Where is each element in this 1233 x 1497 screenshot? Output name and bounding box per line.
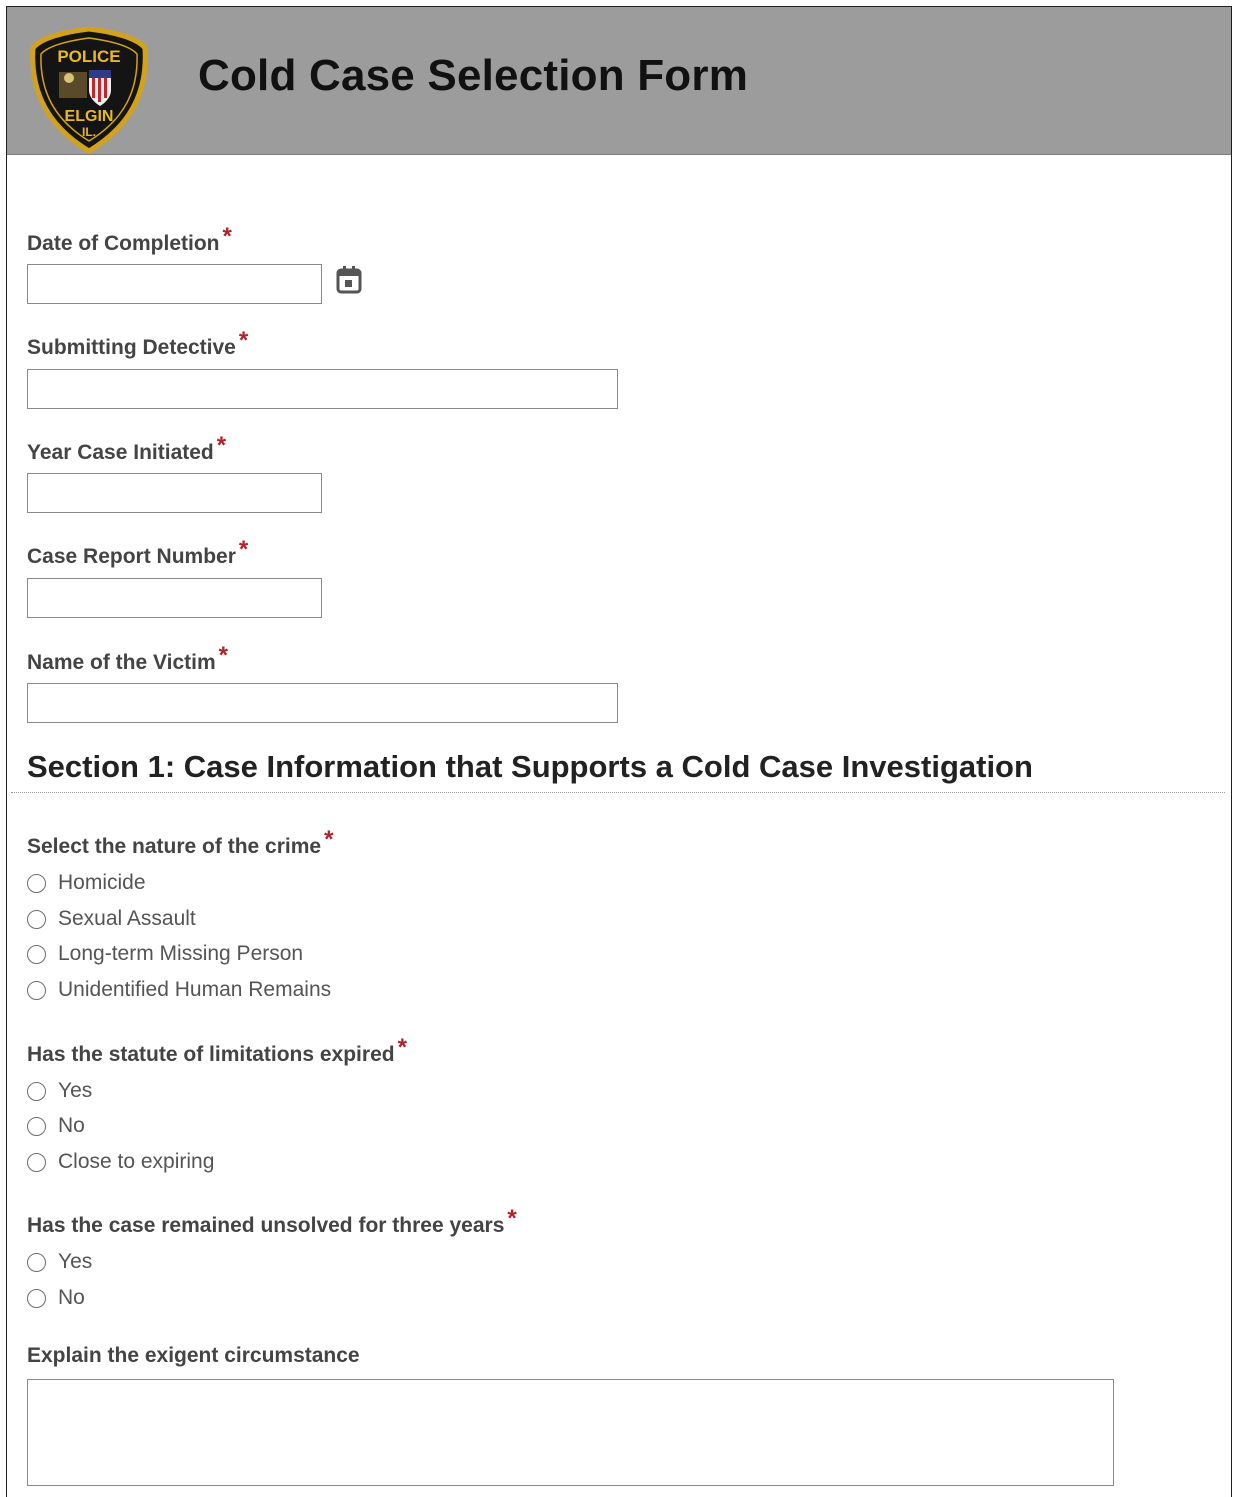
radio-circle[interactable] <box>27 1081 46 1101</box>
radio-label: Sexual Assault <box>58 907 196 930</box>
label-text: Case Report Number <box>27 545 236 568</box>
submitting-detective-input[interactable] <box>27 369 618 409</box>
required-asterisk: * <box>324 826 334 853</box>
required-asterisk: * <box>397 1034 407 1061</box>
name-of-victim-label: Name of the Victim * <box>27 642 228 676</box>
radio-label: No <box>58 1286 85 1309</box>
name-of-victim-input[interactable] <box>27 683 618 723</box>
statute-expired-label: Has the statute of limitations expired * <box>27 1034 407 1068</box>
required-asterisk: * <box>222 223 232 250</box>
exigent-circumstance-textarea[interactable] <box>27 1379 1114 1486</box>
radio-circle[interactable] <box>27 1288 46 1308</box>
exigent-circumstance-label: Explain the exigent circumstance <box>27 1344 360 1368</box>
label-text: Submitting Detective <box>27 336 236 359</box>
required-asterisk: * <box>216 432 227 459</box>
radio-label: Yes <box>58 1250 93 1273</box>
radio-option-statute-close-to-expiring[interactable]: Close to expiring <box>27 1150 214 1174</box>
section-1-title: Section 1: Case Information that Support… <box>27 749 1033 784</box>
calendar-icon[interactable] <box>335 265 363 295</box>
radio-circle[interactable] <box>27 1152 46 1172</box>
nature-of-crime-label: Select the nature of the crime * <box>27 826 333 860</box>
radio-option-statute-no[interactable]: No <box>27 1114 85 1138</box>
label-text: Year Case Initiated <box>27 441 214 464</box>
radio-label: Close to expiring <box>58 1150 215 1173</box>
page-title: Cold Case Selection Form <box>198 51 749 100</box>
radio-option-sexual-assault[interactable]: Sexual Assault <box>27 907 196 931</box>
case-report-number-input[interactable] <box>27 578 322 618</box>
unsolved-three-years-label: Has the case remained unsolved for three… <box>27 1205 517 1239</box>
logo-state-text: IL. <box>82 125 96 139</box>
required-asterisk: * <box>238 536 249 563</box>
date-of-completion-label: Date of Completion * <box>27 223 232 257</box>
radio-option-unsolved-yes[interactable]: Yes <box>27 1250 92 1274</box>
year-case-initiated-input[interactable] <box>27 473 322 513</box>
section-divider <box>11 792 1225 793</box>
radio-label: No <box>58 1114 85 1137</box>
radio-option-statute-yes[interactable]: Yes <box>27 1079 92 1103</box>
logo-top-text: POLICE <box>57 47 120 66</box>
logo-bottom-text: ELGIN <box>65 108 114 125</box>
label-text: Explain the exigent circumstance <box>27 1344 360 1367</box>
radio-circle[interactable] <box>27 1252 46 1272</box>
radio-option-unidentified-human-remains[interactable]: Unidentified Human Remains <box>27 978 331 1002</box>
radio-label: Yes <box>58 1079 93 1102</box>
case-report-number-label: Case Report Number * <box>27 536 248 570</box>
required-asterisk: * <box>218 642 229 669</box>
radio-circle[interactable] <box>27 909 46 929</box>
form-header: POLICE ELGIN IL. Cold Case Selection For… <box>7 7 1231 155</box>
year-case-initiated-label: Year Case Initiated * <box>27 432 226 466</box>
radio-circle[interactable] <box>27 980 46 1000</box>
label-text: Select the nature of the crime <box>27 835 322 858</box>
radio-circle[interactable] <box>27 1116 46 1136</box>
label-text: Has the statute of limitations expired <box>27 1043 395 1066</box>
radio-label: Homicide <box>58 871 146 894</box>
radio-option-long-term-missing-person[interactable]: Long-term Missing Person <box>27 942 303 966</box>
label-text: Name of the Victim <box>27 651 216 674</box>
label-text: Has the case remained unsolved for three… <box>27 1214 505 1237</box>
police-badge-logo: POLICE ELGIN IL. <box>30 26 148 154</box>
submitting-detective-label: Submitting Detective * <box>27 327 248 361</box>
radio-label: Unidentified Human Remains <box>58 978 332 1001</box>
required-asterisk: * <box>507 1205 517 1232</box>
label-text: Date of Completion <box>27 232 220 255</box>
radio-label: Long-term Missing Person <box>58 942 304 965</box>
radio-circle[interactable] <box>27 944 46 964</box>
required-asterisk: * <box>238 327 249 354</box>
radio-option-homicide[interactable]: Homicide <box>27 871 146 895</box>
radio-option-unsolved-no[interactable]: No <box>27 1286 85 1310</box>
radio-circle[interactable] <box>27 873 46 893</box>
form-frame: POLICE ELGIN IL. Cold Case Selection For… <box>6 6 1232 1497</box>
date-of-completion-input[interactable] <box>27 264 322 304</box>
